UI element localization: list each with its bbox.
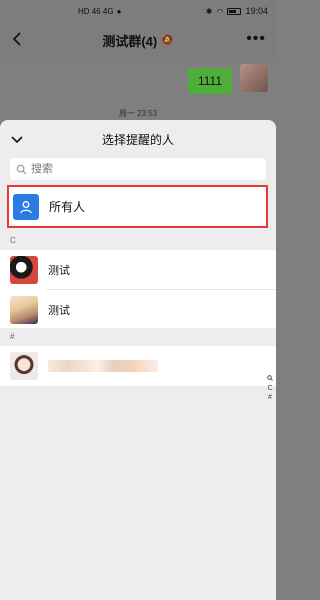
- back-arrow-icon[interactable]: [8, 30, 26, 48]
- avatar: [10, 352, 38, 380]
- blurred-contact-name: [48, 360, 158, 372]
- sheet-title: 选择提醒的人: [101, 132, 174, 147]
- chat-header: 测试群(4) 🔕 •••: [0, 22, 276, 58]
- message-timestamp: 周一 23:53: [118, 109, 158, 118]
- section-header: C: [0, 232, 276, 250]
- mention-sheet: 选择提醒的人 所有人 C 测试 测试 # C: [0, 120, 276, 600]
- network-indicator: HD 46 4G: [78, 6, 114, 16]
- more-options-icon[interactable]: •••: [246, 30, 266, 48]
- chat-title: 测试群(4): [102, 33, 158, 49]
- battery-icon: [227, 7, 242, 15]
- sheet-header: 选择提醒的人: [0, 120, 276, 158]
- list-item[interactable]: [0, 346, 276, 386]
- search-bar[interactable]: [10, 158, 266, 180]
- avatar[interactable]: [240, 64, 268, 92]
- index-search-icon[interactable]: [267, 375, 273, 383]
- alphabet-index[interactable]: C #: [267, 375, 273, 401]
- contact-name: 测试: [48, 265, 70, 277]
- wifi-icon: ◠: [216, 6, 224, 16]
- mention-all-label: 所有人: [49, 200, 86, 214]
- avatar: [10, 256, 38, 284]
- bluetooth-icon: ✱: [205, 6, 213, 16]
- mention-all-row[interactable]: 所有人: [7, 185, 268, 228]
- status-bar: HD 46 4G ● ✱ ◠ 19:04: [0, 0, 276, 22]
- list-item[interactable]: 测试: [0, 250, 276, 290]
- section-header: #: [0, 328, 276, 346]
- group-members-icon: [13, 193, 39, 220]
- clock: 19:04: [245, 6, 268, 16]
- avatar: [10, 296, 38, 324]
- list-item[interactable]: 测试: [0, 290, 276, 330]
- index-letter[interactable]: C: [267, 385, 272, 392]
- mute-bell-icon: 🔕: [161, 34, 174, 46]
- contact-name: 测试: [48, 305, 70, 317]
- search-icon: [16, 164, 27, 175]
- message-bubble[interactable]: 1111: [187, 68, 232, 94]
- index-letter[interactable]: #: [268, 394, 272, 401]
- wechat-icon: ●: [116, 6, 122, 16]
- chevron-down-icon[interactable]: [10, 132, 24, 146]
- search-input[interactable]: [31, 163, 231, 175]
